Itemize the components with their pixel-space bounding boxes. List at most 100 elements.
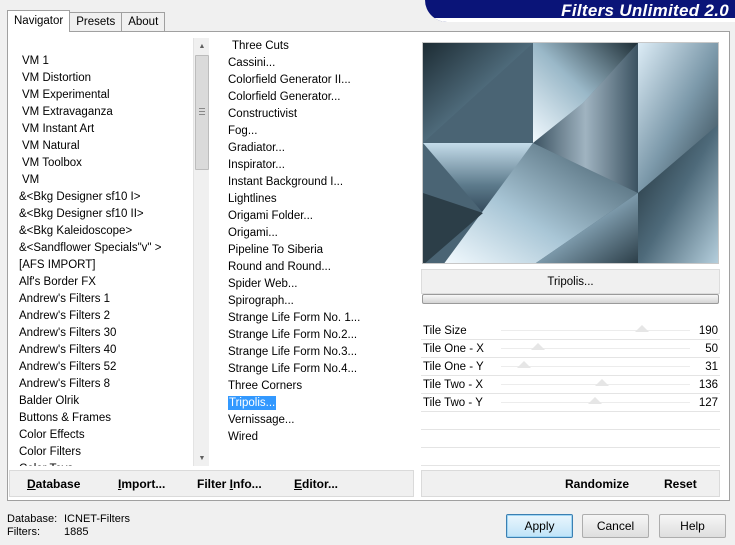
category-item[interactable]: VM 1 <box>9 53 193 70</box>
filter-item[interactable]: Pipeline To Siberia <box>222 242 414 259</box>
tab-presets[interactable]: Presets <box>69 12 123 32</box>
category-item[interactable]: VM Distortion <box>9 70 193 87</box>
category-item[interactable]: Andrew's Filters 1 <box>9 291 193 308</box>
param-row[interactable]: Tile Size 190 <box>421 322 720 340</box>
category-item[interactable]: Andrew's Filters 52 <box>9 359 193 376</box>
cancel-button[interactable]: Cancel <box>582 514 649 538</box>
category-item[interactable]: Color Effects <box>9 427 193 444</box>
filter-item[interactable]: Vernissage... <box>222 412 414 429</box>
category-item[interactable]: Andrew's Filters 2 <box>9 308 193 325</box>
param-label: Tile One - X <box>423 343 484 355</box>
randomize-button[interactable]: Randomize <box>565 477 629 491</box>
filter-item[interactable]: Strange Life Form No.4... <box>222 361 414 378</box>
import-button[interactable]: Import... <box>118 477 165 491</box>
filter-item-label: Wired <box>228 431 259 443</box>
category-list[interactable]: VM 1 VM Distortion VM Experimental VM Extra… <box>9 38 193 466</box>
filter-item[interactable]: Wired <box>222 429 414 446</box>
tab-navigator[interactable]: Navigator <box>7 10 71 32</box>
param-slider-thumb[interactable] <box>594 379 609 386</box>
category-item[interactable]: Andrew's Filters 30 <box>9 325 193 342</box>
category-item[interactable]: &<Bkg Designer sf10 I> <box>9 189 193 206</box>
category-item[interactable]: VM Natural <box>9 138 193 155</box>
category-item[interactable]: VM Experimental <box>9 87 193 104</box>
filter-item[interactable]: Strange Life Form No.3... <box>222 344 414 361</box>
database-button[interactable]: Database <box>27 477 80 491</box>
scroll-down-icon[interactable]: ▼ <box>194 450 210 466</box>
help-button[interactable]: Help <box>659 514 726 538</box>
filter-info-button[interactable]: Filter Info... <box>197 477 262 491</box>
category-item[interactable]: VM Toolbox <box>9 155 193 172</box>
category-item[interactable]: Color Filters <box>9 444 193 461</box>
category-item[interactable]: &<Sandflower Specials"v" > <box>9 240 193 257</box>
param-row[interactable]: Tile One - X 50 <box>421 340 720 358</box>
filter-item[interactable]: Cassini... <box>222 55 414 72</box>
category-scrollbar[interactable]: ▲ ▼ <box>193 38 209 466</box>
param-row[interactable]: Tile Two - X 136 <box>421 376 720 394</box>
filter-item[interactable]: Tripolis... <box>222 395 414 412</box>
param-row[interactable]: Tile Two - Y 127 <box>421 394 720 412</box>
category-item[interactable]: VM Extravaganza <box>9 104 193 121</box>
category-item[interactable]: [AFS IMPORT] <box>9 257 193 274</box>
param-label: Tile One - Y <box>423 361 484 373</box>
filter-item-label: Strange Life Form No. 1... <box>228 312 361 324</box>
filter-item[interactable]: Origami Folder... <box>222 208 414 225</box>
filter-item-label: Gradiator... <box>228 142 285 154</box>
scroll-thumb[interactable] <box>195 55 209 170</box>
param-label: Tile Size <box>423 325 467 337</box>
param-value: 127 <box>698 397 718 409</box>
param-slider-thumb[interactable] <box>588 397 603 404</box>
filter-item[interactable]: Lightlines <box>222 191 414 208</box>
category-item[interactable]: VM <box>9 172 193 189</box>
filter-item[interactable]: Origami... <box>222 225 414 242</box>
param-slider-thumb[interactable] <box>531 343 546 350</box>
filter-item[interactable]: Strange Life Form No.2... <box>222 327 414 344</box>
filter-item[interactable]: Three Corners <box>222 378 414 395</box>
category-item[interactable]: VM Instant Art <box>9 121 193 138</box>
filter-item[interactable]: Spirograph... <box>222 293 414 310</box>
filter-item[interactable]: Colorfield Generator II... <box>222 72 414 89</box>
filter-item[interactable]: Inspirator... <box>222 157 414 174</box>
param-row-empty <box>421 448 720 466</box>
filter-item-label: Round and Round... <box>228 261 331 273</box>
filter-item[interactable]: Fog... <box>222 123 414 140</box>
filter-item[interactable]: Instant Background I... <box>222 174 414 191</box>
filter-item[interactable]: Spider Web... <box>222 276 414 293</box>
editor-button[interactable]: Editor... <box>294 477 338 491</box>
filter-item[interactable]: Round and Round... <box>222 259 414 276</box>
tab-bar: Navigator Presets About <box>7 10 166 32</box>
category-item[interactable]: Color Toys <box>9 461 193 466</box>
reset-button[interactable]: Reset <box>664 477 697 491</box>
category-item[interactable]: Andrew's Filters 8 <box>9 376 193 393</box>
filter-item-label: Lightlines <box>228 193 277 205</box>
filter-item[interactable]: Gradiator... <box>222 140 414 157</box>
category-item[interactable]: &<Bkg Designer sf10 II> <box>9 206 193 223</box>
title-banner: Filters Unlimited 2.0 <box>425 0 735 22</box>
category-item[interactable]: Alf's Border FX <box>9 274 193 291</box>
param-slider-track[interactable] <box>501 348 690 349</box>
category-item[interactable]: Buttons & Frames <box>9 410 193 427</box>
filter-item[interactable]: Three Cuts <box>222 38 414 55</box>
param-slider-thumb[interactable] <box>517 361 532 368</box>
category-item[interactable]: &<Bkg Kaleidoscope> <box>9 223 193 240</box>
filter-list[interactable]: Three Cuts Cassini... Colorfield Generator… <box>221 38 414 466</box>
apply-button[interactable]: Apply <box>506 514 573 538</box>
filter-item-label: Strange Life Form No.3... <box>228 346 358 358</box>
filter-item[interactable]: Strange Life Form No. 1... <box>222 310 414 327</box>
filter-item[interactable]: Colorfield Generator... <box>222 89 414 106</box>
scroll-up-icon[interactable]: ▲ <box>194 38 210 54</box>
parameter-list: Tile Size 190 Tile One - X 50 Tile One - Y 31… <box>421 322 720 466</box>
filter-item-label: Origami... <box>228 227 278 239</box>
tab-about[interactable]: About <box>121 12 166 32</box>
param-value: 190 <box>698 325 718 337</box>
param-slider-thumb[interactable] <box>634 325 649 332</box>
category-item[interactable]: Balder Olrik <box>9 393 193 410</box>
preview-image <box>423 43 718 263</box>
filter-item-label: Three Corners <box>228 380 303 392</box>
filter-item[interactable]: Constructivist <box>222 106 414 123</box>
app-title: Filters Unlimited 2.0 <box>561 1 729 20</box>
filter-item-label: Colorfield Generator II... <box>228 74 351 86</box>
filter-item-label: Tripolis... <box>226 395 278 411</box>
param-row[interactable]: Tile One - Y 31 <box>421 358 720 376</box>
category-item[interactable]: Andrew's Filters 40 <box>9 342 193 359</box>
param-slider-track[interactable] <box>501 330 690 331</box>
